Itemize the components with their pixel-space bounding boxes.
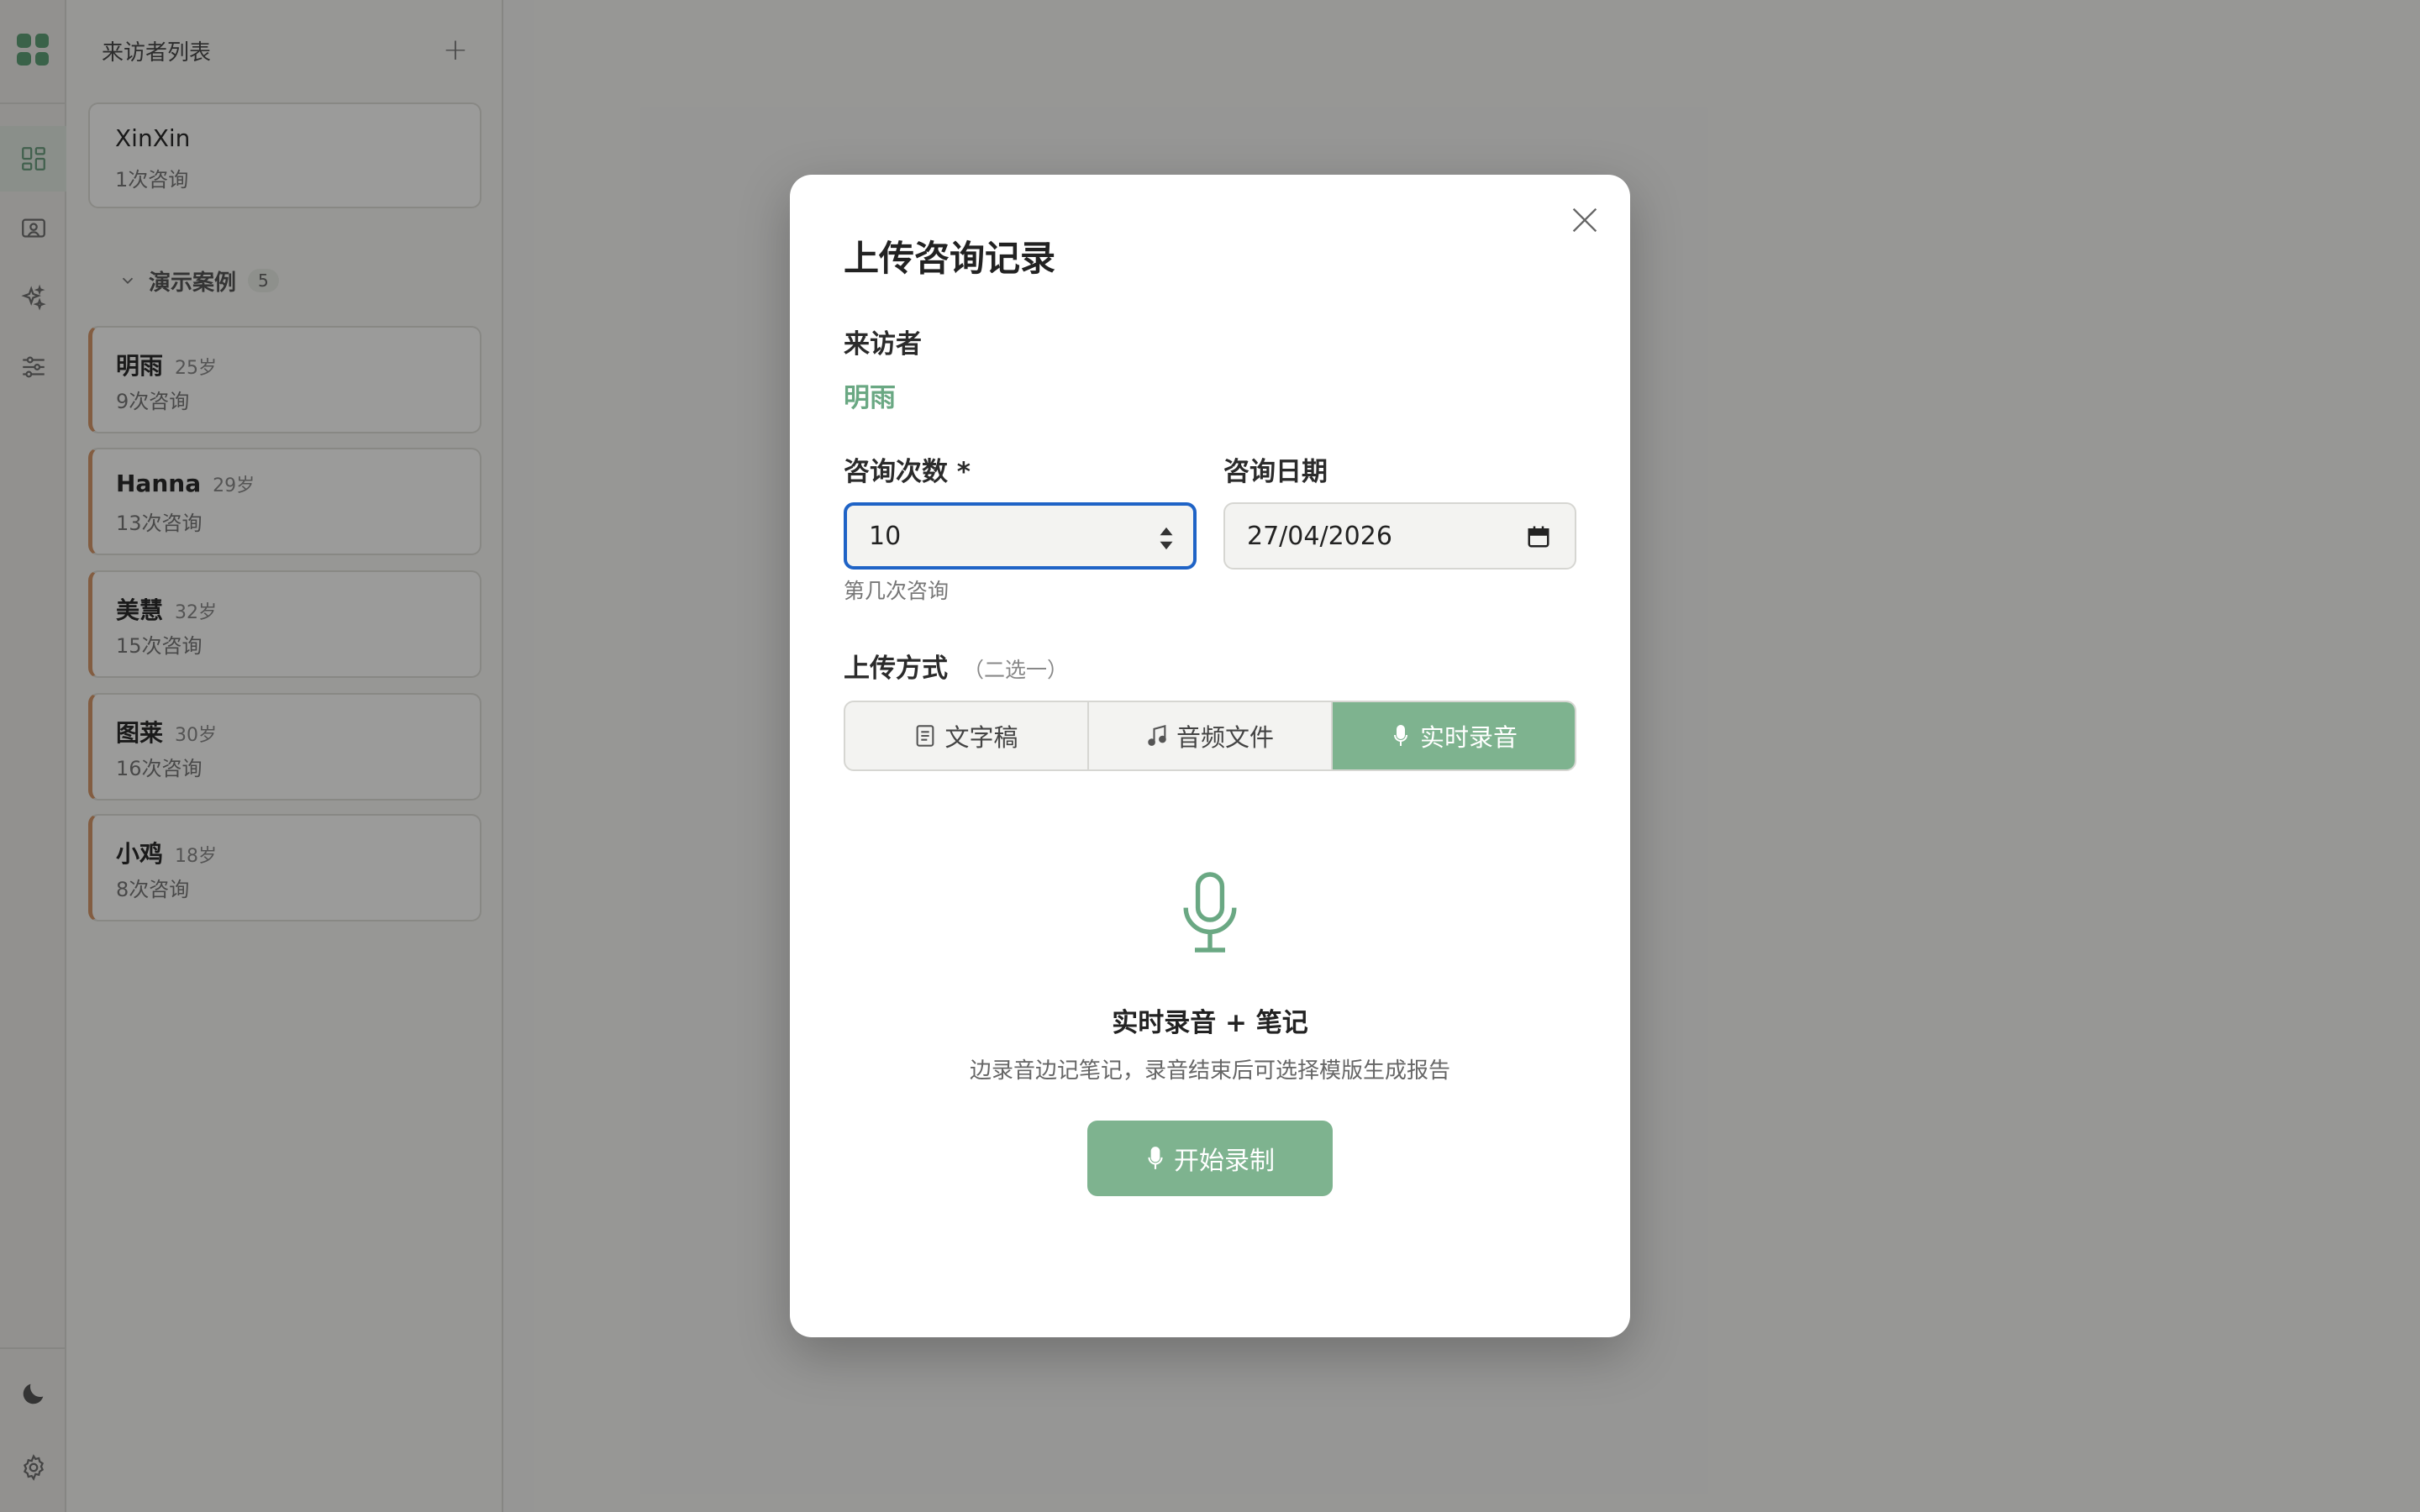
- live-recording-title: 实时录音 + 笔记: [1112, 1008, 1308, 1038]
- upload-method-label: 上传方式 （二选一）: [844, 647, 1068, 685]
- upload-method-tabs: 文字稿 音频文件 实时录音: [844, 701, 1576, 771]
- tab-transcript[interactable]: 文字稿: [845, 702, 1089, 769]
- upload-method-subtext: （二选一）: [963, 658, 1069, 682]
- session-count-label: 咨询次数 *: [844, 457, 971, 487]
- tab-live-recording[interactable]: 实时录音: [1333, 702, 1575, 769]
- visitor-label: 来访者: [844, 329, 922, 360]
- close-icon[interactable]: [1568, 203, 1602, 237]
- session-count-value: 10: [869, 521, 902, 551]
- session-date-value: 27/04/2026: [1247, 521, 1392, 551]
- calendar-icon[interactable]: [1526, 524, 1551, 549]
- upload-method-text: 上传方式: [844, 654, 948, 684]
- session-date-label: 咨询日期: [1223, 457, 1328, 487]
- document-icon: [917, 725, 934, 747]
- live-recording-description: 边录音边记笔记，录音结束后可选择模版生成报告: [969, 1058, 1450, 1084]
- session-count-input[interactable]: 10: [844, 502, 1197, 570]
- session-date-input[interactable]: 27/04/2026: [1223, 502, 1576, 570]
- music-note-icon: [1148, 724, 1166, 746]
- microphone-icon: [1183, 872, 1237, 953]
- start-recording-label: 开始录制: [1174, 1147, 1275, 1176]
- stepper-arrows-icon[interactable]: [1158, 526, 1175, 551]
- tab-label: 文字稿: [944, 723, 1018, 752]
- microphone-icon: [1148, 1147, 1163, 1169]
- microphone-icon: [1393, 725, 1407, 746]
- tab-label: 音频文件: [1176, 723, 1274, 752]
- upload-record-dialog: 上传咨询记录 来访者 明雨 咨询次数 * 咨询日期 10 27/04/2026 …: [790, 175, 1630, 1337]
- visitor-name: 明雨: [844, 383, 896, 413]
- tab-audio-file[interactable]: 音频文件: [1089, 702, 1333, 769]
- start-recording-button[interactable]: 开始录制: [1087, 1121, 1333, 1196]
- dialog-title: 上传咨询记录: [844, 238, 1056, 279]
- tab-label: 实时录音: [1419, 723, 1518, 752]
- session-count-hint: 第几次咨询: [844, 579, 950, 603]
